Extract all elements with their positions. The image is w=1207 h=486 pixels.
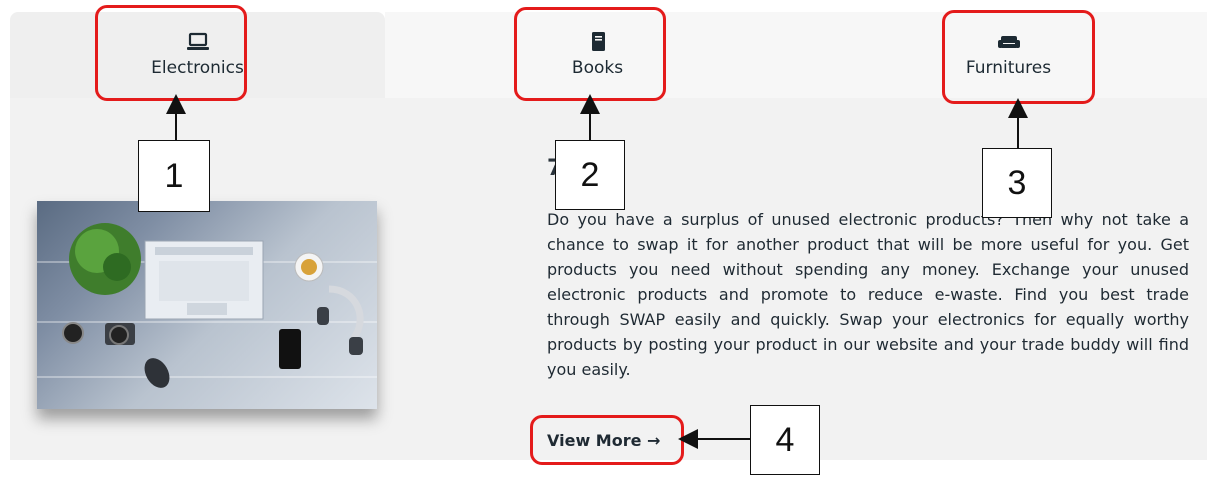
callout-3: 3 — [982, 148, 1052, 218]
callout-4: 4 — [750, 405, 820, 475]
annotation-arrows — [166, 94, 1028, 449]
callout-2: 2 — [555, 140, 625, 210]
callout-1: 1 — [138, 140, 210, 212]
